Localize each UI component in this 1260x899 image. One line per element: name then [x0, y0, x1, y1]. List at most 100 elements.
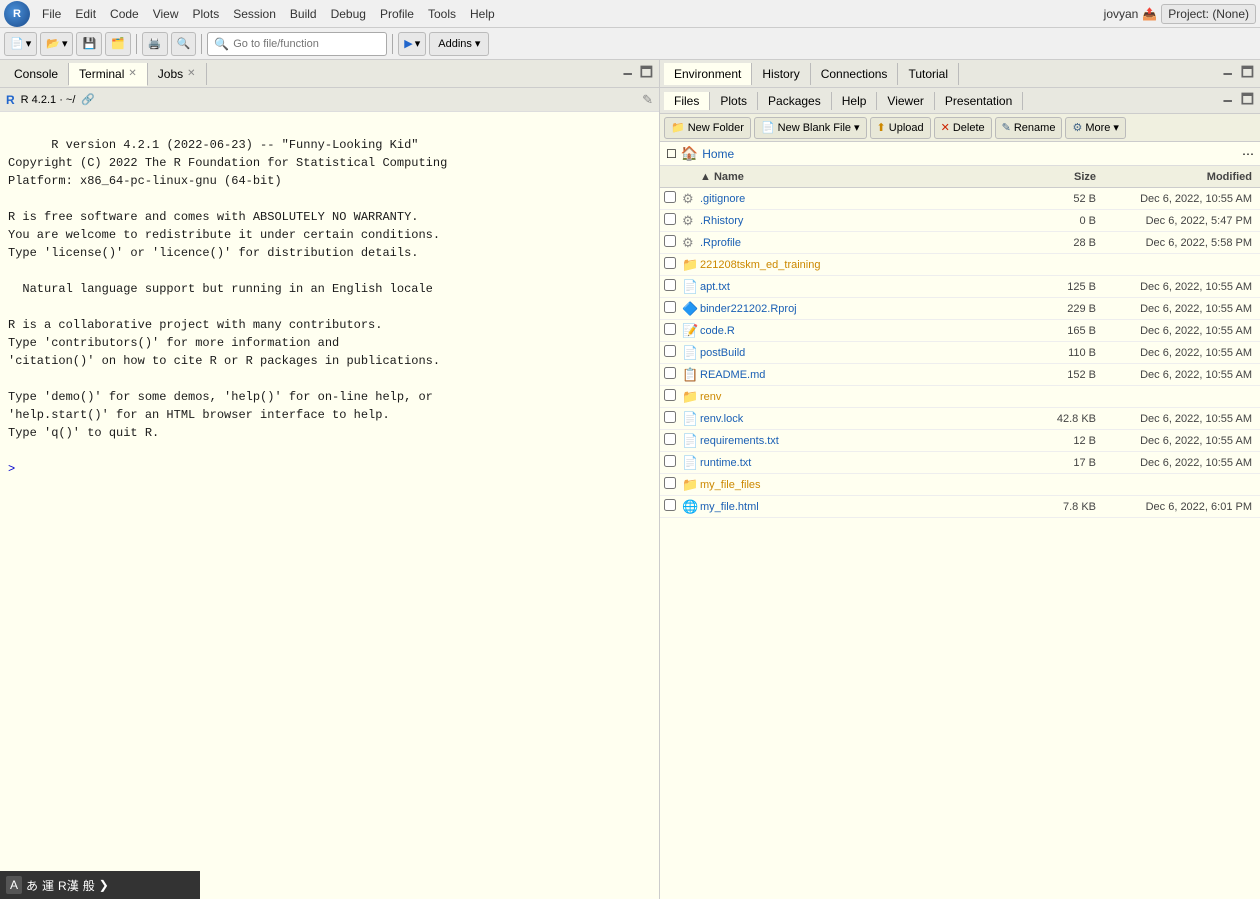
subtab-packages[interactable]: Packages — [758, 92, 832, 110]
new-blank-file-dropdown[interactable]: ▾ — [854, 121, 860, 134]
file-checkbox-9[interactable] — [664, 389, 682, 404]
table-row[interactable]: 📄 apt.txt 125 B Dec 6, 2022, 10:55 AM — [660, 276, 1260, 298]
file-name-7[interactable]: postBuild — [700, 347, 1016, 359]
table-row[interactable]: 📁 221208tskm_ed_training — [660, 254, 1260, 276]
menu-view[interactable]: View — [147, 5, 185, 23]
table-row[interactable]: ⚙ .Rprofile 28 B Dec 6, 2022, 5:58 PM — [660, 232, 1260, 254]
tab-terminal[interactable]: Terminal ✕ — [69, 63, 148, 86]
file-check-6[interactable] — [664, 323, 676, 335]
file-check-7[interactable] — [664, 345, 676, 357]
file-name-14[interactable]: my_file.html — [700, 501, 1016, 513]
header-modified[interactable]: Modified — [1096, 171, 1256, 183]
menu-debug[interactable]: Debug — [325, 5, 372, 23]
ime-un-icon[interactable]: 運 — [42, 877, 54, 894]
file-checkbox-12[interactable] — [664, 455, 682, 470]
file-checkbox-6[interactable] — [664, 323, 682, 338]
file-checkbox-5[interactable] — [664, 301, 682, 316]
ime-a-icon[interactable]: A — [6, 876, 22, 894]
find-button[interactable]: 🔍 — [171, 32, 197, 56]
file-checkbox-1[interactable] — [664, 213, 682, 228]
file-check-11[interactable] — [664, 433, 676, 445]
table-row[interactable]: ⚙ .Rhistory 0 B Dec 6, 2022, 5:47 PM — [660, 210, 1260, 232]
menu-code[interactable]: Code — [104, 5, 145, 23]
run-button[interactable]: ▶ ▾ — [398, 32, 426, 56]
file-checkbox-3[interactable] — [664, 257, 682, 272]
subtab-help[interactable]: Help — [832, 92, 878, 110]
file-checkbox-4[interactable] — [664, 279, 682, 294]
subtab-files[interactable]: Files — [664, 92, 710, 110]
save-button[interactable]: 💾 — [76, 32, 102, 56]
file-check-9[interactable] — [664, 389, 676, 401]
file-check-12[interactable] — [664, 455, 676, 467]
file-name-12[interactable]: runtime.txt — [700, 457, 1016, 469]
file-checkbox-8[interactable] — [664, 367, 682, 382]
file-name-6[interactable]: code.R — [700, 325, 1016, 337]
addins-dropdown-icon[interactable]: ▾ — [475, 37, 481, 50]
save-all-button[interactable]: 🗂️ — [105, 32, 131, 56]
goto-input[interactable] — [233, 38, 380, 50]
table-row[interactable]: 📁 my_file_files — [660, 474, 1260, 496]
path-home-label[interactable]: Home — [702, 147, 734, 161]
tab-environment[interactable]: Environment — [664, 63, 752, 85]
clear-console-icon[interactable]: ✎ — [642, 92, 653, 108]
menu-tools[interactable]: Tools — [422, 5, 462, 23]
print-button[interactable]: 🖨️ — [142, 32, 168, 56]
run-dropdown-icon[interactable]: ▾ — [415, 37, 421, 50]
tab-history[interactable]: History — [752, 63, 810, 85]
tab-jobs[interactable]: Jobs ✕ — [148, 63, 207, 85]
file-name-3[interactable]: 221208tskm_ed_training — [700, 259, 1016, 271]
file-checkbox-13[interactable] — [664, 477, 682, 492]
table-row[interactable]: 🌐 my_file.html 7.8 KB Dec 6, 2022, 6:01 … — [660, 496, 1260, 518]
ime-hira-icon[interactable]: あ — [26, 877, 38, 894]
menu-file[interactable]: File — [36, 5, 67, 23]
open-file-dropdown-icon[interactable]: ▾ — [62, 37, 68, 50]
table-row[interactable]: 📄 runtime.txt 17 B Dec 6, 2022, 10:55 AM — [660, 452, 1260, 474]
ime-arrow-icon[interactable]: ❯ — [99, 878, 109, 892]
file-name-2[interactable]: .Rprofile — [700, 237, 1016, 249]
file-check-5[interactable] — [664, 301, 676, 313]
ime-general-icon[interactable]: 般 — [83, 877, 95, 894]
upload-button[interactable]: ⬆ Upload — [870, 117, 931, 139]
new-folder-button[interactable]: 📁 New Folder — [664, 117, 751, 139]
file-name-5[interactable]: binder221202.Rproj — [700, 303, 1016, 315]
file-checkbox-0[interactable] — [664, 191, 682, 206]
more-dropdown-icon[interactable]: ▾ — [1113, 121, 1119, 134]
delete-button[interactable]: ✕ Delete — [934, 117, 992, 139]
menu-session[interactable]: Session — [227, 5, 282, 23]
table-row[interactable]: ⚙ .gitignore 52 B Dec 6, 2022, 10:55 AM — [660, 188, 1260, 210]
new-script-button[interactable]: 📄 ▾ — [4, 32, 37, 56]
table-row[interactable]: 📄 requirements.txt 12 B Dec 6, 2022, 10:… — [660, 430, 1260, 452]
jobs-close-icon[interactable]: ✕ — [187, 68, 195, 79]
file-name-11[interactable]: requirements.txt — [700, 435, 1016, 447]
open-file-button[interactable]: 📂 ▾ — [40, 32, 73, 56]
more-button[interactable]: ⚙ More ▾ — [1065, 117, 1125, 139]
maximize-right-bottom-icon[interactable]: 🗖 — [1239, 87, 1256, 115]
addins-button[interactable]: Addins ▾ — [429, 32, 489, 56]
file-name-1[interactable]: .Rhistory — [700, 215, 1016, 227]
header-size[interactable]: Size — [1016, 171, 1096, 183]
file-check-2[interactable] — [664, 235, 676, 247]
file-name-0[interactable]: .gitignore — [700, 193, 1016, 205]
console-path-icon[interactable]: 🔗 — [81, 93, 95, 106]
rename-button[interactable]: ✎ Rename — [995, 117, 1063, 139]
table-row[interactable]: 📋 README.md 152 B Dec 6, 2022, 10:55 AM — [660, 364, 1260, 386]
menu-profile[interactable]: Profile — [374, 5, 420, 23]
tab-tutorial[interactable]: Tutorial — [898, 63, 959, 85]
file-check-10[interactable] — [664, 411, 676, 423]
minimize-right-bottom-icon[interactable]: 🗕 — [1221, 87, 1235, 115]
file-check-14[interactable] — [664, 499, 676, 511]
table-row[interactable]: 📄 postBuild 110 B Dec 6, 2022, 10:55 AM — [660, 342, 1260, 364]
table-row[interactable]: 📄 renv.lock 42.8 KB Dec 6, 2022, 10:55 A… — [660, 408, 1260, 430]
file-name-9[interactable]: renv — [700, 391, 1016, 403]
maximize-right-top-icon[interactable]: 🗖 — [1239, 60, 1256, 88]
file-check-1[interactable] — [664, 213, 676, 225]
menu-edit[interactable]: Edit — [69, 5, 102, 23]
subtab-plots[interactable]: Plots — [710, 92, 758, 110]
new-blank-file-button[interactable]: 📄 New Blank File ▾ — [754, 117, 867, 139]
table-row[interactable]: 🔷 binder221202.Rproj 229 B Dec 6, 2022, … — [660, 298, 1260, 320]
header-name[interactable]: ▲ Name — [700, 171, 1016, 183]
file-name-8[interactable]: README.md — [700, 369, 1016, 381]
table-row[interactable]: 📁 renv — [660, 386, 1260, 408]
file-name-13[interactable]: my_file_files — [700, 479, 1016, 491]
path-checkbox[interactable]: ☐ — [666, 147, 677, 161]
